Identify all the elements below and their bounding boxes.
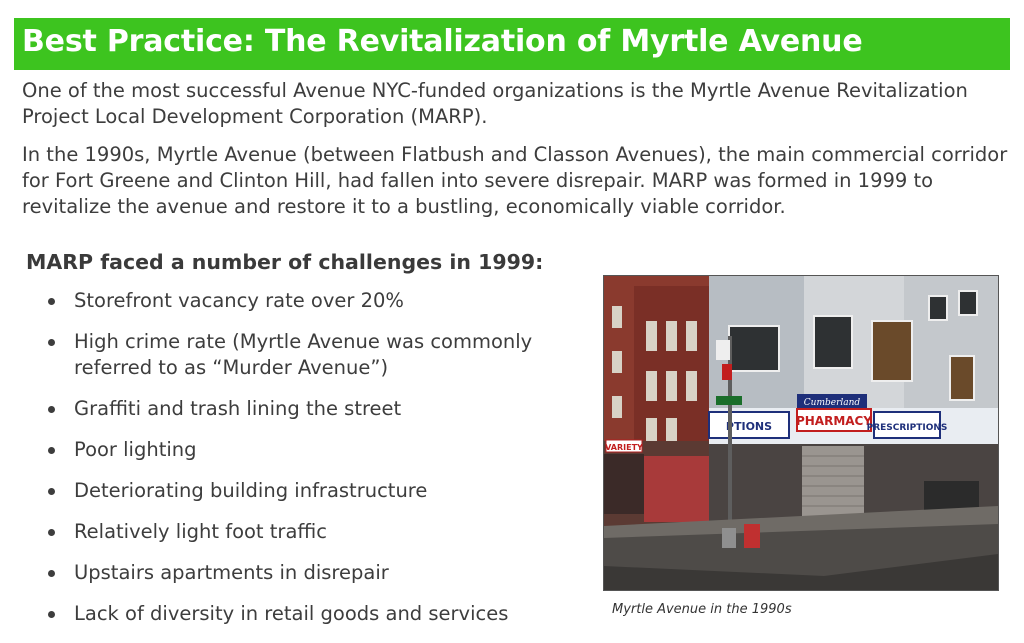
- list-item: Poor lighting: [44, 437, 574, 463]
- title-bar: Best Practice: The Revitalization of Myr…: [14, 18, 1010, 70]
- list-item: Deteriorating building infrastructure: [44, 478, 574, 504]
- bullet-icon: [48, 611, 55, 618]
- list-item: Relatively light foot traffic: [44, 519, 574, 545]
- list-item: Graffiti and trash lining the street: [44, 396, 574, 422]
- pharmacy-sign: PHARMACY: [796, 414, 872, 428]
- cumberland-sign: Cumberland: [804, 398, 861, 408]
- list-item-text: High crime rate (Myrtle Avenue was commo…: [74, 330, 533, 379]
- prescriptions-sign-left: PTIONS: [726, 420, 772, 433]
- list-item-text: Storefront vacancy rate over 20%: [74, 289, 404, 312]
- list-item-text: Graffiti and trash lining the street: [74, 397, 402, 420]
- challenges-heading: MARP faced a number of challenges in 199…: [26, 250, 544, 274]
- list-item-text: Deteriorating building infrastructure: [74, 479, 428, 502]
- variety-sign: VARIETY: [605, 443, 643, 452]
- prescriptions-sign-right: PRESCRIPTIONS: [867, 423, 948, 433]
- bullet-icon: [48, 447, 55, 454]
- list-item-text: Relatively light foot traffic: [74, 520, 327, 543]
- page-title: Best Practice: The Revitalization of Myr…: [22, 24, 863, 59]
- list-item: High crime rate (Myrtle Avenue was commo…: [44, 329, 574, 381]
- bullet-icon: [48, 298, 55, 305]
- bullet-icon: [48, 406, 55, 413]
- list-item: Storefront vacancy rate over 20%: [44, 288, 574, 314]
- intro-paragraph-2: In the 1990s, Myrtle Avenue (between Fla…: [22, 143, 1008, 218]
- list-item-text: Lack of diversity in retail goods and se…: [74, 602, 509, 625]
- bullet-icon: [48, 570, 55, 577]
- list-item: Lack of diversity in retail goods and se…: [44, 601, 574, 627]
- list-item-text: Upstairs apartments in disrepair: [74, 561, 389, 584]
- bullet-icon: [48, 339, 55, 346]
- photo-caption: Myrtle Avenue in the 1990s: [612, 602, 792, 617]
- bullet-icon: [48, 529, 55, 536]
- intro-paragraph-1: One of the most successful Avenue NYC-fu…: [22, 79, 968, 128]
- list-item-text: Poor lighting: [74, 438, 197, 461]
- street-photo: VARIETY PTIONS Cumberland PHARMACY PRESC…: [603, 275, 999, 591]
- challenges-list: Storefront vacancy rate over 20% High cr…: [44, 288, 574, 642]
- bullet-icon: [48, 488, 55, 495]
- list-item: Upstairs apartments in disrepair: [44, 560, 574, 586]
